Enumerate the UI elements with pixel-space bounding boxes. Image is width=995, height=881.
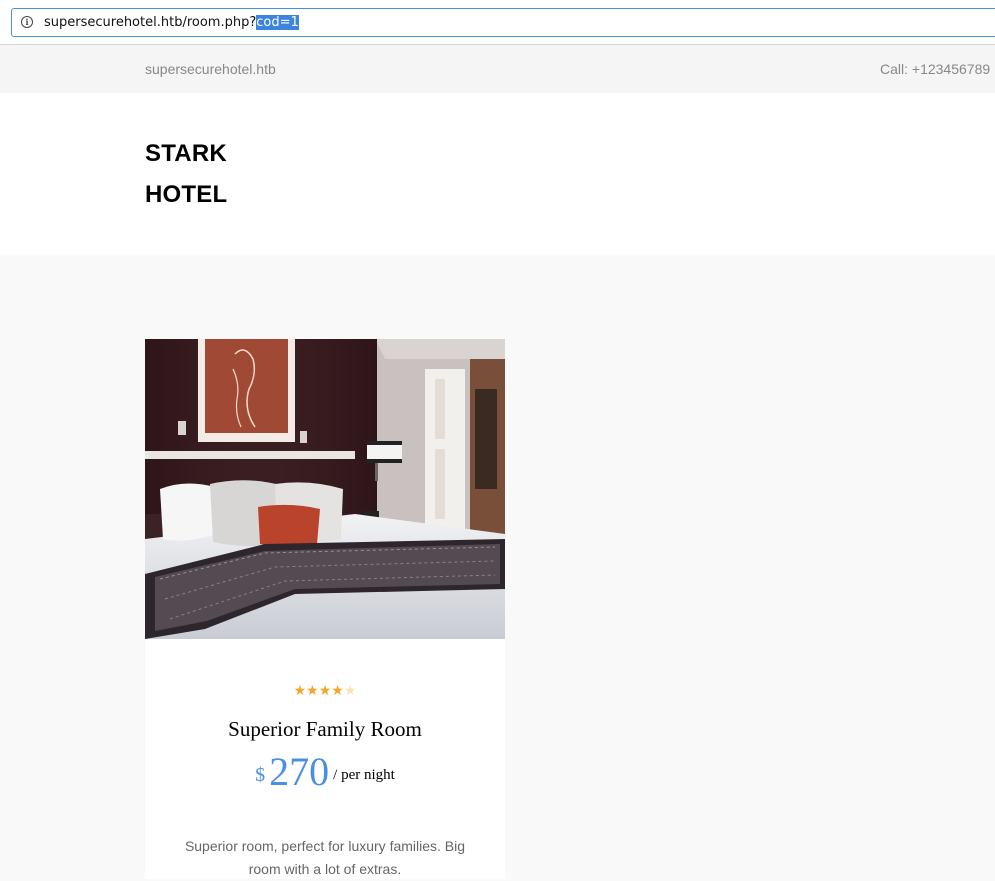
rating-stars: ★★★★★ (145, 682, 505, 698)
site-name: supersecurehotel.htb (145, 61, 276, 77)
top-info-bar: supersecurehotel.htb Call: +123456789 (0, 45, 995, 93)
price-per-night: / per night (333, 767, 395, 783)
room-card: ★★★★★ Superior Family Room $ 270 / per n… (145, 339, 505, 879)
url-base: supersecurehotel.htb/room.php? (44, 15, 257, 30)
price-currency: $ (255, 764, 266, 786)
star-filled-icon: ★ (306, 682, 319, 698)
room-description: Superior room, perfect for luxury famili… (184, 838, 466, 877)
url-text[interactable]: supersecurehotel.htb/room.php?cod=1 (44, 15, 299, 30)
star-filled-icon: ★ (318, 682, 332, 698)
site-header: STARK HOTEL (0, 93, 995, 255)
star-filled-icon: ★ (331, 682, 344, 698)
logo-line-2: HOTEL (145, 181, 228, 208)
room-photo-illustration (145, 339, 505, 639)
room-photo (145, 339, 505, 639)
address-bar[interactable]: i supersecurehotel.htb/room.php?cod=1 (11, 8, 995, 37)
url-selected-text: cod=1 (256, 15, 299, 30)
room-title: Superior Family Room (228, 717, 422, 741)
price-amount: 270 (269, 749, 330, 794)
phone-number: Call: +123456789 (880, 61, 991, 77)
room-price: $ 270 / per night (145, 748, 505, 795)
info-icon[interactable]: i (21, 16, 33, 28)
star-empty-icon: ★ (343, 682, 357, 698)
star-filled-icon: ★ (293, 682, 307, 698)
hotel-logo[interactable]: STARK HOTEL (145, 133, 265, 215)
browser-toolbar: i supersecurehotel.htb/room.php?cod=1 (0, 0, 995, 45)
logo-line-1: STARK (145, 140, 227, 167)
